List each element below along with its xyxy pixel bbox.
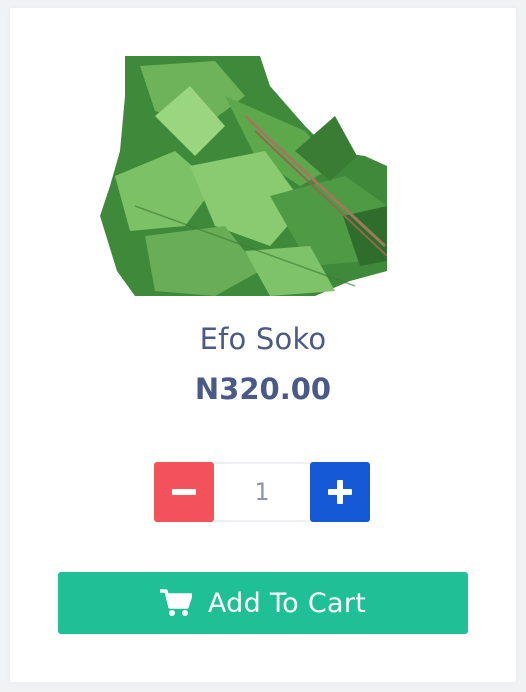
quantity-input[interactable] [214, 462, 310, 522]
decrement-button[interactable] [154, 462, 214, 522]
product-image[interactable] [95, 56, 387, 296]
product-card: Efo Soko N320.00 Add To Cart [10, 8, 516, 682]
quantity-stepper [154, 462, 372, 522]
product-price: N320.00 [194, 372, 332, 406]
add-to-cart-label: Add To Cart [207, 587, 367, 619]
plus-icon [328, 480, 352, 504]
increment-button[interactable] [310, 462, 370, 522]
product-name: Efo Soko [199, 322, 327, 356]
add-to-cart-button[interactable]: Add To Cart [58, 572, 468, 634]
shopping-cart-icon [159, 589, 192, 616]
minus-icon [172, 489, 196, 495]
